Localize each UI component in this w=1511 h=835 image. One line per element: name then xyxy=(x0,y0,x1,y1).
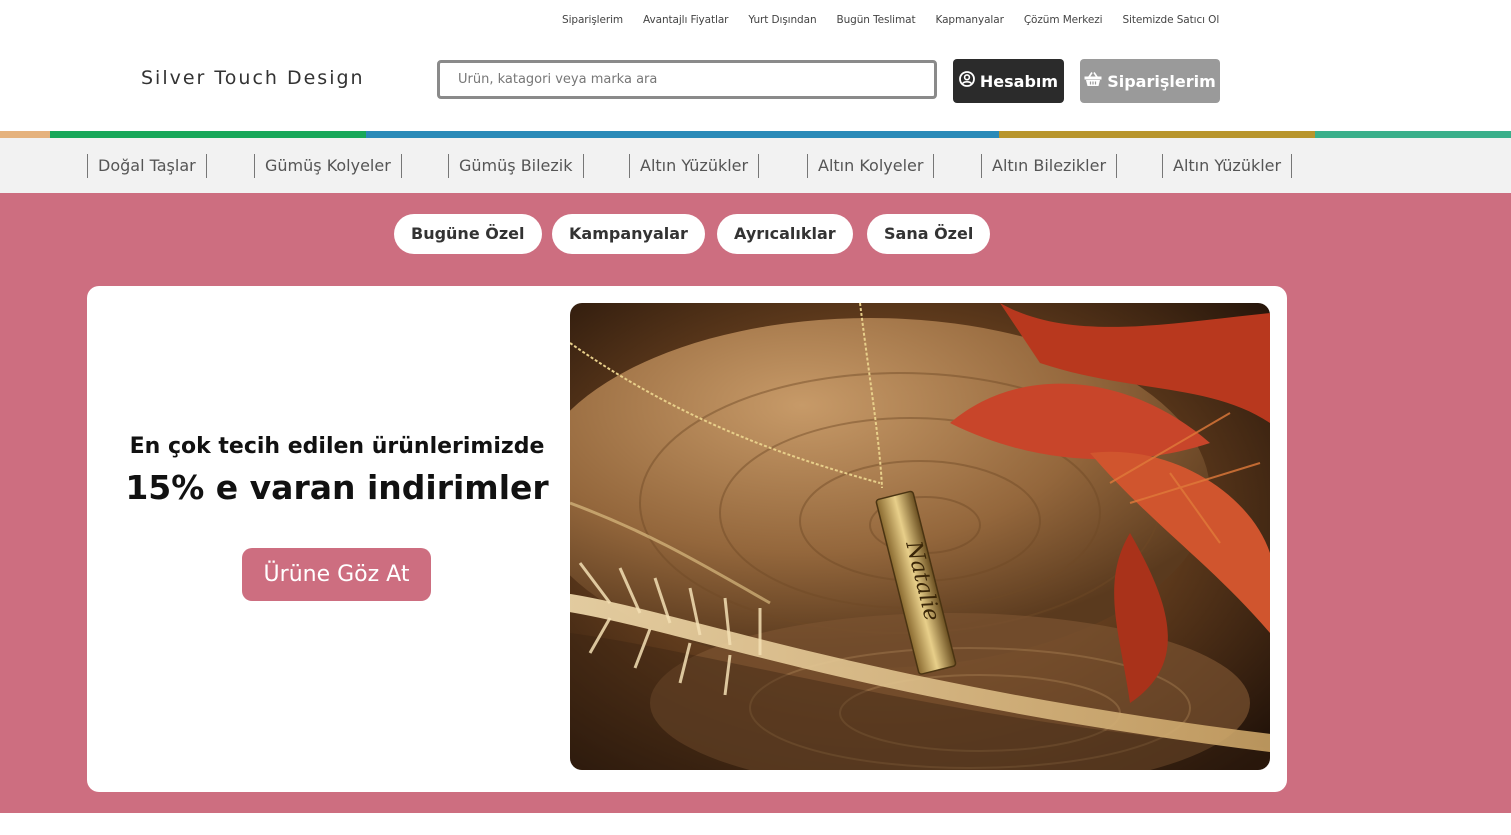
category-gold-bracelets[interactable]: Altın Bilezikler xyxy=(981,154,1118,178)
account-button-label: Hesabım xyxy=(979,71,1059,91)
top-link-become-seller[interactable]: Sitemizde Satıcı Ol xyxy=(1122,14,1219,26)
necklace-photo-illustration: Natalie xyxy=(570,303,1270,770)
browse-product-button[interactable]: Ürüne Göz At xyxy=(242,548,431,601)
category-natural-stones[interactable]: Doğal Taşlar xyxy=(87,154,207,178)
top-links-bar: Siparişlerim Avantajlı Fiyatlar Yurt Dış… xyxy=(562,14,1239,26)
banner-headline-big: 15% e varan indirimler xyxy=(125,468,549,507)
category-gold-rings-2[interactable]: Altın Yüzükler xyxy=(1162,154,1293,178)
banner-headline-small: En çok tecih edilen ürünlerimizde xyxy=(129,434,545,459)
pill-privileges[interactable]: Ayrıcalıklar xyxy=(717,214,853,254)
account-button[interactable]: Hesabım xyxy=(953,59,1064,103)
category-silver-bracelet[interactable]: Gümüş Bilezik xyxy=(448,154,584,178)
top-link-today-delivery[interactable]: Bugün Teslimat xyxy=(837,14,916,26)
orders-button[interactable]: Siparişlerim xyxy=(1080,59,1220,103)
pill-today-special[interactable]: Bugüne Özel xyxy=(394,214,542,254)
stripe-segment xyxy=(1315,131,1511,138)
user-circle-icon xyxy=(959,71,975,91)
category-gold-necklaces[interactable]: Altın Kolyeler xyxy=(807,154,935,178)
stripe-segment xyxy=(50,131,366,138)
search-input[interactable] xyxy=(437,60,937,99)
category-nav: Doğal Taşlar Gümüş Kolyeler Gümüş Bilezi… xyxy=(0,138,1511,193)
pill-campaigns[interactable]: Kampanyalar xyxy=(552,214,705,254)
product-photo[interactable]: Natalie xyxy=(570,303,1270,770)
site-logo[interactable]: Silver Touch Design xyxy=(141,67,365,89)
orders-button-label: Siparişlerim xyxy=(1107,71,1216,91)
stripe-segment xyxy=(366,131,999,138)
pill-for-you[interactable]: Sana Özel xyxy=(867,214,991,254)
category-silver-necklaces[interactable]: Gümüş Kolyeler xyxy=(254,154,402,178)
top-link-deals[interactable]: Avantajlı Fiyatlar xyxy=(643,14,728,26)
color-stripe xyxy=(0,131,1511,138)
stripe-segment xyxy=(999,131,1315,138)
top-link-campaigns[interactable]: Kapmanyalar xyxy=(935,14,1003,26)
top-link-orders[interactable]: Siparişlerim xyxy=(562,14,623,26)
top-link-help-center[interactable]: Çözüm Merkezi xyxy=(1024,14,1103,26)
basket-icon xyxy=(1084,71,1102,91)
stripe-segment xyxy=(0,131,50,138)
category-gold-rings[interactable]: Altın Yüzükler xyxy=(629,154,760,178)
top-link-abroad[interactable]: Yurt Dışından xyxy=(748,14,816,26)
